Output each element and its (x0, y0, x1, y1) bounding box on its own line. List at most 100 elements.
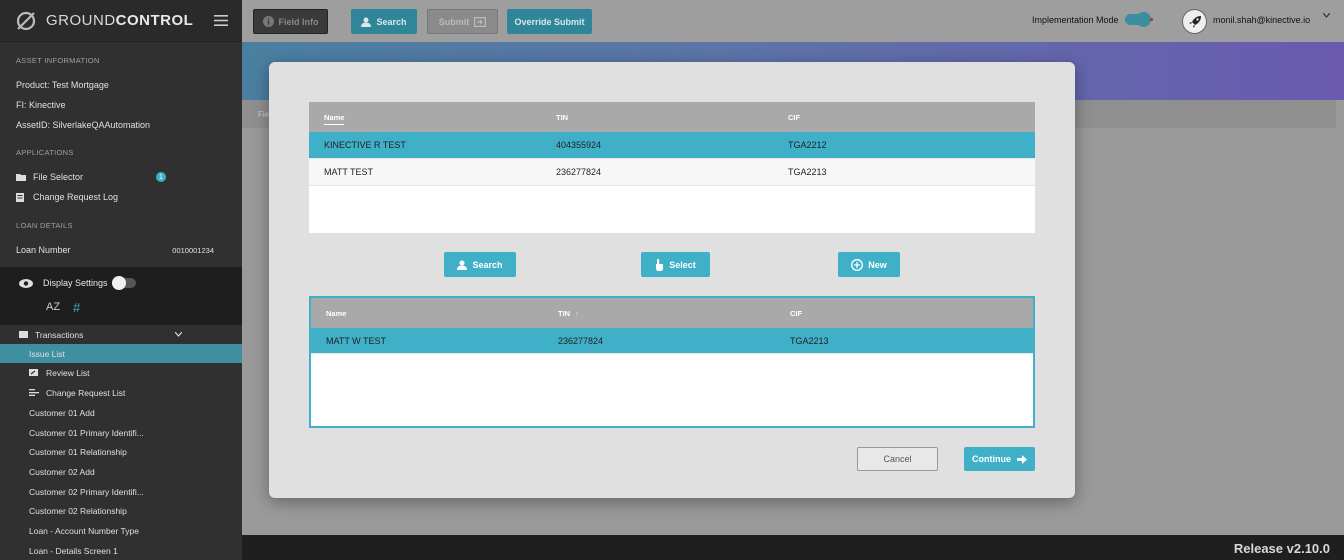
user-icon (361, 17, 372, 27)
nav-item-label: Loan - Details Screen 1 (29, 545, 118, 556)
file-selector-badge: 1 (156, 172, 166, 182)
eye-icon (19, 278, 33, 288)
override-submit-label: Override Submit (514, 16, 585, 27)
change-request-icon (29, 389, 41, 396)
change-request-log-label: Change Request Log (33, 192, 119, 202)
table-header: Name TIN CIF (309, 102, 1035, 132)
rocket-avatar-icon[interactable] (1182, 9, 1207, 34)
user-menu-chevron-icon[interactable] (1323, 13, 1330, 18)
loan-details-header: LOAN DETAILS (16, 221, 73, 230)
nav-issue-list-label: Issue List (29, 348, 65, 359)
document-icon (16, 192, 28, 202)
nav-loan-details-screen-1[interactable]: Loan - Details Screen 1 (0, 541, 242, 560)
select-label: Select (669, 259, 696, 270)
applications-header: APPLICATIONS (16, 148, 74, 157)
modal-search-button[interactable]: Search (444, 252, 516, 277)
nav-customer-01-primary-id[interactable]: Customer 01 Primary Identifi... (0, 423, 242, 442)
cancel-button[interactable]: Cancel (857, 447, 938, 471)
top-bar: Field Info Search Submit Override Submit… (242, 0, 1344, 42)
folder-icon (16, 173, 28, 181)
nav-item-label: Customer 01 Add (29, 407, 95, 418)
nav-customer-02-primary-id[interactable]: Customer 02 Primary Identifi... (0, 482, 242, 501)
nav-item-label: Customer 01 Relationship (29, 446, 127, 457)
table-row[interactable]: MATT W TEST 236277824 TGA2213 (311, 328, 1033, 354)
nav-item-label: Customer 02 Add (29, 466, 95, 477)
transactions-group[interactable]: Transactions (0, 325, 242, 344)
sort-alpha-icon[interactable]: AZ (46, 301, 60, 313)
info-icon (262, 16, 274, 27)
continue-button[interactable]: Continue (964, 447, 1035, 471)
row-name: MATT W TEST (326, 335, 386, 346)
row-tin: 236277824 (558, 335, 604, 346)
asset-id-info: AssetID: SilverlakeQAAutomation (16, 120, 151, 130)
table-row[interactable]: KINECTIVE R TEST 404355924 TGA2212 (309, 132, 1035, 159)
sort-numeric-icon[interactable]: # (73, 300, 80, 315)
file-selector-link[interactable]: File Selector 1 (0, 172, 242, 182)
row-tin: 236277824 (556, 167, 602, 177)
hand-pointer-icon (655, 258, 664, 271)
plus-circle-icon (851, 258, 864, 271)
user-email[interactable]: monil.shah@kinective.io (1213, 15, 1310, 25)
cif-column-header[interactable]: CIF (773, 113, 1035, 122)
nav-review-list[interactable]: Review List (0, 363, 242, 382)
display-settings-label: Display Settings (43, 278, 108, 288)
hamburger-menu-icon[interactable] (214, 15, 228, 26)
row-name: MATT TEST (324, 167, 374, 177)
nav-customer-01-add[interactable]: Customer 01 Add (0, 403, 242, 422)
sort-ascending-icon: ↑ (575, 308, 579, 318)
row-cif: TGA2213 (790, 335, 829, 346)
nav-loan-account-number-type[interactable]: Loan - Account Number Type (0, 521, 242, 540)
search-label: Search (376, 16, 407, 27)
display-settings-row[interactable]: Display Settings (19, 276, 136, 290)
groundcontrol-logo-icon (14, 9, 38, 33)
row-cif: TGA2212 (788, 140, 827, 150)
display-settings-toggle[interactable] (111, 276, 136, 290)
transactions-label: Transactions (35, 329, 84, 340)
search-results-table: Name TIN CIF KINECTIVE R TEST 404355924 … (309, 102, 1035, 233)
submit-button[interactable]: Submit (427, 9, 498, 34)
override-submit-button[interactable]: Override Submit (507, 9, 592, 34)
loan-number-row: Loan Number 0010001234 (0, 245, 242, 255)
arrow-right-icon (1017, 454, 1027, 464)
chevron-down-icon (175, 332, 182, 337)
select-button[interactable]: Select (641, 252, 710, 277)
sidebar: GROUNDCONTROL ASSET INFORMATION Product:… (0, 0, 242, 560)
nav-change-request-list-label: Change Request List (46, 387, 126, 398)
subbar-label: Fie (258, 110, 270, 119)
search-button[interactable]: Search (351, 9, 417, 34)
change-request-log-link[interactable]: Change Request Log (0, 192, 118, 202)
continue-label: Continue (972, 454, 1011, 464)
implementation-mode-indicator (1150, 18, 1153, 21)
field-info-button[interactable]: Field Info (253, 9, 328, 34)
name-column-header[interactable]: Name (311, 309, 543, 318)
cif-column-header[interactable]: CIF (775, 309, 1033, 318)
name-column-header[interactable]: Name (309, 112, 541, 125)
loan-number-value: 0010001234 (172, 245, 214, 255)
table-row[interactable]: MATT TEST 236277824 TGA2213 (309, 159, 1035, 186)
tin-column-header[interactable]: TIN (541, 113, 773, 122)
tin-column-header[interactable]: TIN ↑ (543, 309, 775, 318)
submit-label: Submit (438, 16, 470, 27)
row-cif: TGA2213 (788, 167, 827, 177)
new-button[interactable]: New (838, 252, 900, 277)
app-brand: GROUNDCONTROL (46, 12, 194, 29)
nav-issue-list[interactable]: Issue List (0, 344, 242, 363)
customer-search-modal: Name TIN CIF KINECTIVE R TEST 404355924 … (269, 62, 1075, 498)
new-label: New (868, 259, 887, 270)
row-name: KINECTIVE R TEST (324, 140, 406, 150)
nav-customer-02-relationship[interactable]: Customer 02 Relationship (0, 501, 242, 520)
submit-icon (474, 16, 487, 27)
implementation-mode-label: Implementation Mode (1032, 15, 1119, 25)
nav-customer-02-add[interactable]: Customer 02 Add (0, 462, 242, 481)
footer: Release v2.10.0 (242, 535, 1344, 560)
nav-change-request-list[interactable]: Change Request List (0, 383, 242, 402)
nav-item-label: Loan - Account Number Type (29, 525, 139, 536)
product-info: Product: Test Mortgage (16, 80, 109, 90)
nav-item-label: Customer 01 Primary Identifi... (29, 427, 144, 438)
table-header: Name TIN ↑ CIF (311, 298, 1033, 328)
sidebar-header: GROUNDCONTROL (0, 0, 242, 42)
implementation-mode-toggle[interactable] (1125, 12, 1151, 27)
nav-customer-01-relationship[interactable]: Customer 01 Relationship (0, 442, 242, 461)
display-settings-panel: Display Settings AZ # (0, 267, 242, 325)
loan-number-label: Loan Number (16, 245, 71, 255)
